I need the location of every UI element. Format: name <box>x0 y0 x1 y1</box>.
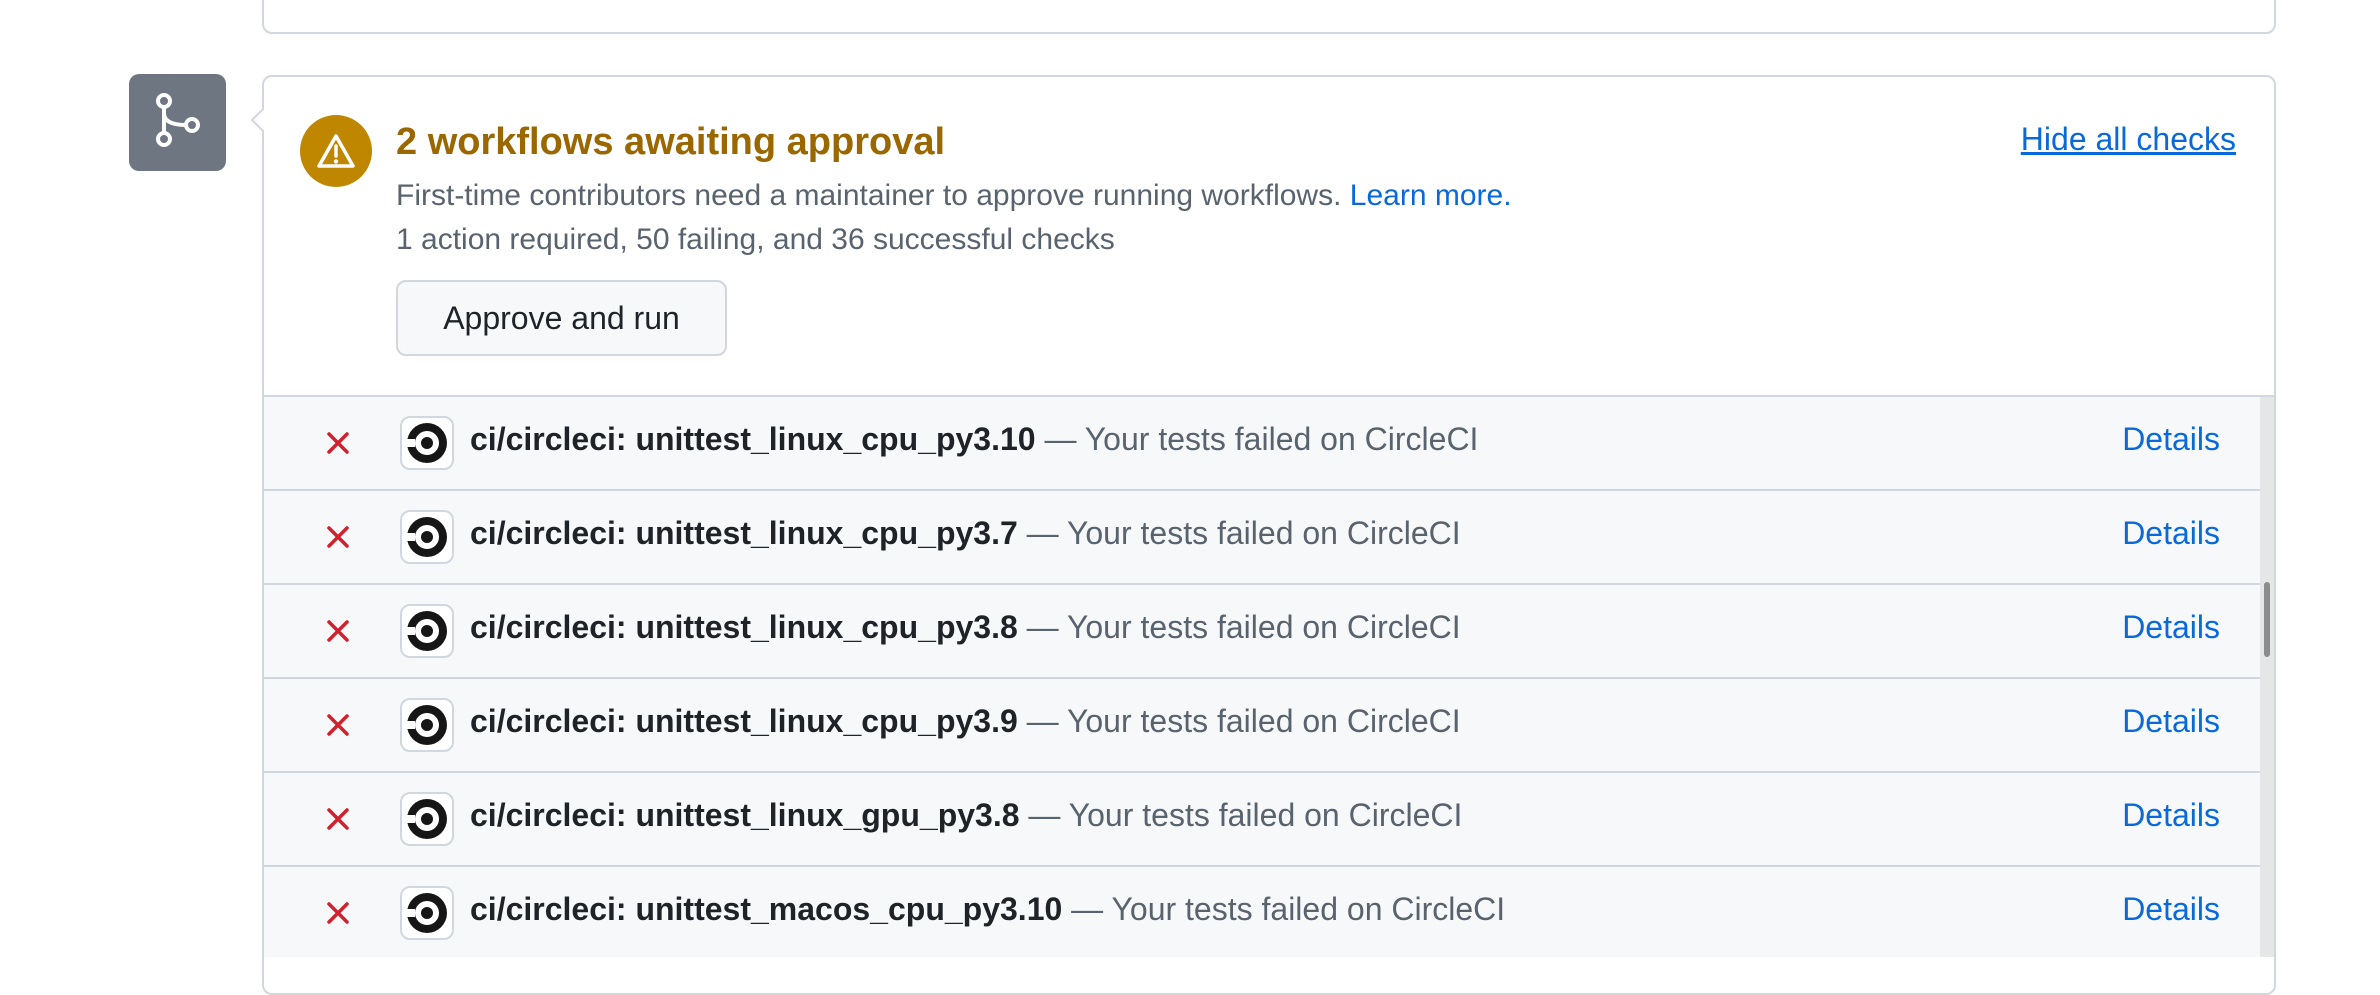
git-branch-icon <box>153 91 203 154</box>
learn-more-link[interactable]: Learn more. <box>1350 179 1512 212</box>
failure-x-icon <box>320 895 356 931</box>
check-text: ci/circleci: unittest_linux_cpu_py3.10 —… <box>470 421 1478 458</box>
failure-x-icon <box>320 707 356 743</box>
check-description: — Your tests failed on CircleCI <box>1062 891 1506 927</box>
details-link[interactable]: Details <box>2122 609 2220 646</box>
circleci-logo-icon <box>400 416 454 470</box>
circleci-logo-icon <box>400 698 454 752</box>
check-text: ci/circleci: unittest_linux_cpu_py3.7 — … <box>470 515 1461 552</box>
check-text: ci/circleci: unittest_macos_cpu_py3.10 —… <box>470 891 1505 928</box>
git-branch-badge <box>129 74 226 171</box>
approval-description: First-time contributors need a maintaine… <box>396 179 1512 213</box>
check-name: ci/circleci: unittest_linux_cpu_py3.10 <box>470 421 1036 457</box>
check-text: ci/circleci: unittest_linux_cpu_py3.9 — … <box>470 703 1461 740</box>
check-row: ci/circleci: unittest_macos_cpu_py3.10 —… <box>264 867 2260 961</box>
details-link[interactable]: Details <box>2122 515 2220 552</box>
checks-summary: 1 action required, 50 failing, and 36 su… <box>396 223 1115 256</box>
failure-x-icon <box>320 613 356 649</box>
circleci-logo-icon <box>400 792 454 846</box>
warning-icon <box>300 115 372 187</box>
check-text: ci/circleci: unittest_linux_cpu_py3.8 — … <box>470 609 1461 646</box>
checks-scrollbar[interactable] <box>2260 395 2274 957</box>
merge-checks-panel: 2 workflows awaiting approval First-time… <box>262 75 2276 995</box>
panel-footer <box>264 957 2274 993</box>
circleci-logo-icon <box>400 604 454 658</box>
check-name: ci/circleci: unittest_linux_gpu_py3.8 <box>470 797 1020 833</box>
approve-and-run-button[interactable]: Approve and run <box>396 280 727 356</box>
approval-description-text: First-time contributors need a maintaine… <box>396 179 1342 212</box>
check-row: ci/circleci: unittest_linux_cpu_py3.8 — … <box>264 585 2260 679</box>
details-link[interactable]: Details <box>2122 421 2220 458</box>
details-link[interactable]: Details <box>2122 703 2220 740</box>
check-description: — Your tests failed on CircleCI <box>1019 797 1463 833</box>
check-text: ci/circleci: unittest_linux_gpu_py3.8 — … <box>470 797 1462 834</box>
check-description: — Your tests failed on CircleCI <box>1017 515 1461 551</box>
check-row: ci/circleci: unittest_linux_cpu_py3.7 — … <box>264 491 2260 585</box>
check-name: ci/circleci: unittest_macos_cpu_py3.10 <box>470 891 1063 927</box>
check-row: ci/circleci: unittest_linux_cpu_py3.9 — … <box>264 679 2260 773</box>
scrollbar-thumb[interactable] <box>2264 582 2270 657</box>
details-link[interactable]: Details <box>2122 797 2220 834</box>
check-description: — Your tests failed on CircleCI <box>1017 703 1461 739</box>
check-row: ci/circleci: unittest_linux_gpu_py3.8 — … <box>264 773 2260 867</box>
check-description: — Your tests failed on CircleCI <box>1035 421 1479 457</box>
approval-title: 2 workflows awaiting approval <box>396 121 946 163</box>
failure-x-icon <box>320 801 356 837</box>
circleci-logo-icon <box>400 886 454 940</box>
check-description: — Your tests failed on CircleCI <box>1017 609 1461 645</box>
previous-timeline-box <box>262 0 2276 34</box>
check-name: ci/circleci: unittest_linux_cpu_py3.7 <box>470 515 1018 551</box>
circleci-logo-icon <box>400 510 454 564</box>
check-name: ci/circleci: unittest_linux_cpu_py3.8 <box>470 609 1018 645</box>
check-row: ci/circleci: unittest_linux_cpu_py3.10 —… <box>264 397 2260 491</box>
failure-x-icon <box>320 425 356 461</box>
details-link[interactable]: Details <box>2122 891 2220 928</box>
check-name: ci/circleci: unittest_linux_cpu_py3.9 <box>470 703 1018 739</box>
checks-list: ci/circleci: unittest_linux_cpu_py3.10 —… <box>264 395 2260 961</box>
hide-all-checks-link[interactable]: Hide all checks <box>2021 121 2236 158</box>
failure-x-icon <box>320 519 356 555</box>
